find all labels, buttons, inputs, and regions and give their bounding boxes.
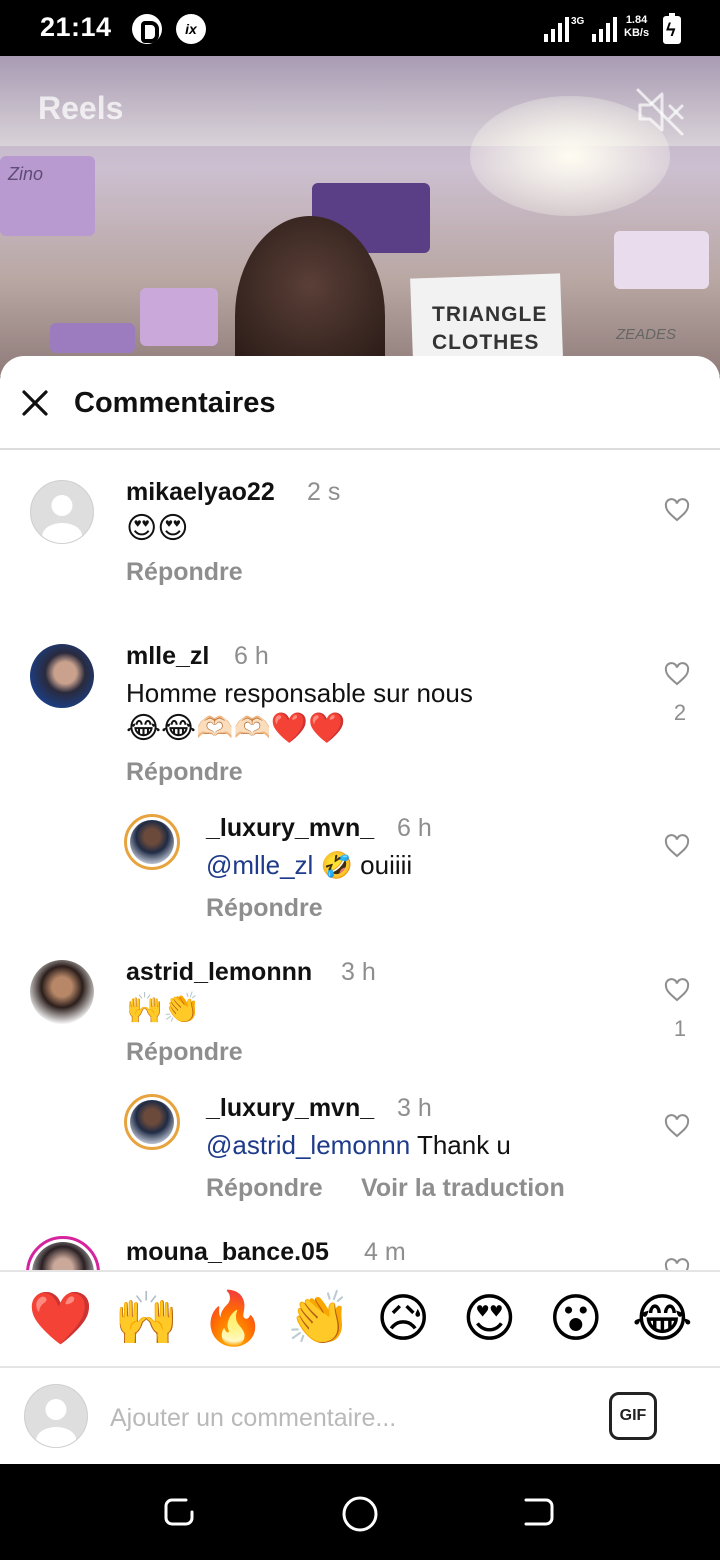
comment-input[interactable] — [110, 1398, 580, 1438]
network-speed: 1.84 KB/s — [624, 14, 650, 39]
comment-text-emoji: 😂😂🫶🏻🫶🏻❤️❤️ — [126, 712, 346, 745]
like-heart-icon[interactable] — [664, 978, 690, 1002]
like-heart-icon[interactable] — [664, 1258, 690, 1270]
own-avatar — [24, 1384, 88, 1448]
comment-time: 6 h — [397, 814, 432, 842]
reply-button[interactable]: Répondre — [206, 1174, 323, 1203]
like-heart-icon[interactable] — [664, 498, 690, 522]
translate-button[interactable]: Voir la traduction — [361, 1174, 565, 1203]
video-brand: Zino — [8, 164, 44, 184]
video-banner — [50, 323, 135, 353]
muted-speaker-icon[interactable] — [632, 84, 688, 140]
app-notification-icon — [132, 14, 162, 44]
home-icon[interactable] — [340, 1494, 380, 1534]
reels-title[interactable]: Reels — [38, 90, 123, 127]
comment-text: 😍😍 — [126, 512, 189, 545]
comment-time: 2 s — [307, 478, 341, 506]
signal-icon — [544, 16, 569, 42]
back-icon[interactable] — [520, 1494, 556, 1530]
comment-text: @mlle_zl 🤣 ouiiii — [206, 850, 413, 880]
system-navigation-bar — [0, 1464, 720, 1560]
comments-sheet: Commentaires mikaelyao22 2 s 😍😍 Répondre… — [0, 356, 720, 1464]
comment-username[interactable]: mouna_bance.05 — [126, 1238, 329, 1267]
reaction-laughing[interactable]: 😂 — [632, 1289, 693, 1349]
comment-username[interactable]: mikaelyao22 — [126, 478, 275, 507]
avatar[interactable] — [30, 644, 94, 708]
quick-reaction-bar: ❤️ 🙌 🔥 👏 😥 😍 😮 😂 — [0, 1270, 720, 1368]
comment-composer: GIF — [0, 1368, 720, 1464]
signal-icon-2 — [592, 16, 617, 42]
reply-button[interactable]: Répondre — [126, 758, 243, 787]
reaction-heart[interactable]: ❤️ — [28, 1289, 93, 1349]
reel-video[interactable]: TRIANGLE CLOTHES Zino ZEADES Reels — [0, 56, 720, 376]
reply-button[interactable]: Répondre — [126, 558, 243, 587]
battery-charging-icon — [663, 13, 681, 44]
like-count: 1 — [673, 1016, 687, 1041]
reaction-sad[interactable]: 😥 — [373, 1289, 433, 1349]
comment-text: @astrid_lemonnn Thank u — [206, 1130, 511, 1160]
avatar[interactable] — [30, 480, 94, 544]
recent-apps-icon[interactable] — [162, 1494, 198, 1530]
comment-username[interactable]: _luxury_mvn_ — [206, 1094, 374, 1123]
comment-text: 🙌👏 — [126, 992, 201, 1025]
avatar[interactable] — [30, 960, 94, 1024]
like-count: 2 — [673, 700, 687, 725]
comment-time: 4 m — [364, 1238, 406, 1266]
reaction-clap[interactable]: 👏 — [287, 1289, 352, 1349]
video-banner — [614, 231, 709, 289]
like-heart-icon[interactable] — [664, 662, 690, 686]
avatar[interactable] — [26, 1236, 100, 1270]
avatar[interactable] — [124, 1094, 180, 1150]
comment-time: 3 h — [341, 958, 376, 986]
avatar[interactable] — [124, 814, 180, 870]
reaction-fire[interactable]: 🔥 — [201, 1289, 266, 1349]
like-heart-icon[interactable] — [664, 1114, 690, 1138]
sheet-title: Commentaires — [74, 387, 276, 419]
ix-app-icon: ix — [176, 14, 206, 44]
video-banner — [140, 288, 218, 346]
comment-username[interactable]: astrid_lemonnn — [126, 958, 312, 987]
mention-link[interactable]: @astrid_lemonnn — [206, 1130, 410, 1160]
comment-time: 3 h — [397, 1094, 432, 1122]
close-icon[interactable] — [20, 388, 50, 418]
status-bar: 21:14 ix 3G 1.84 KB/s — [0, 0, 720, 56]
reaction-heart-eyes[interactable]: 😍 — [459, 1289, 519, 1349]
comment-time: 6 h — [234, 642, 269, 670]
reply-button[interactable]: Répondre — [126, 1038, 243, 1067]
like-heart-icon[interactable] — [664, 834, 690, 858]
sheet-header: Commentaires — [0, 356, 720, 450]
comment-username[interactable]: _luxury_mvn_ — [206, 814, 374, 843]
video-brand: ZEADES — [616, 326, 677, 343]
comment-text: Homme responsable sur nous — [126, 678, 473, 708]
video-board-text: TRIANGLE CLOTHES — [432, 303, 548, 354]
reaction-surprised[interactable]: 😮 — [546, 1289, 606, 1349]
reaction-raised-hands[interactable]: 🙌 — [114, 1289, 179, 1349]
comments-list[interactable]: mikaelyao22 2 s 😍😍 Répondre mlle_zl 6 h … — [0, 450, 720, 1270]
reply-button[interactable]: Répondre — [206, 894, 323, 923]
status-time: 21:14 — [40, 12, 112, 42]
gif-button[interactable]: GIF — [609, 1392, 657, 1440]
comment-username[interactable]: mlle_zl — [126, 642, 209, 671]
mention-link[interactable]: @mlle_zl — [206, 850, 313, 880]
network-type: 3G — [571, 16, 585, 27]
